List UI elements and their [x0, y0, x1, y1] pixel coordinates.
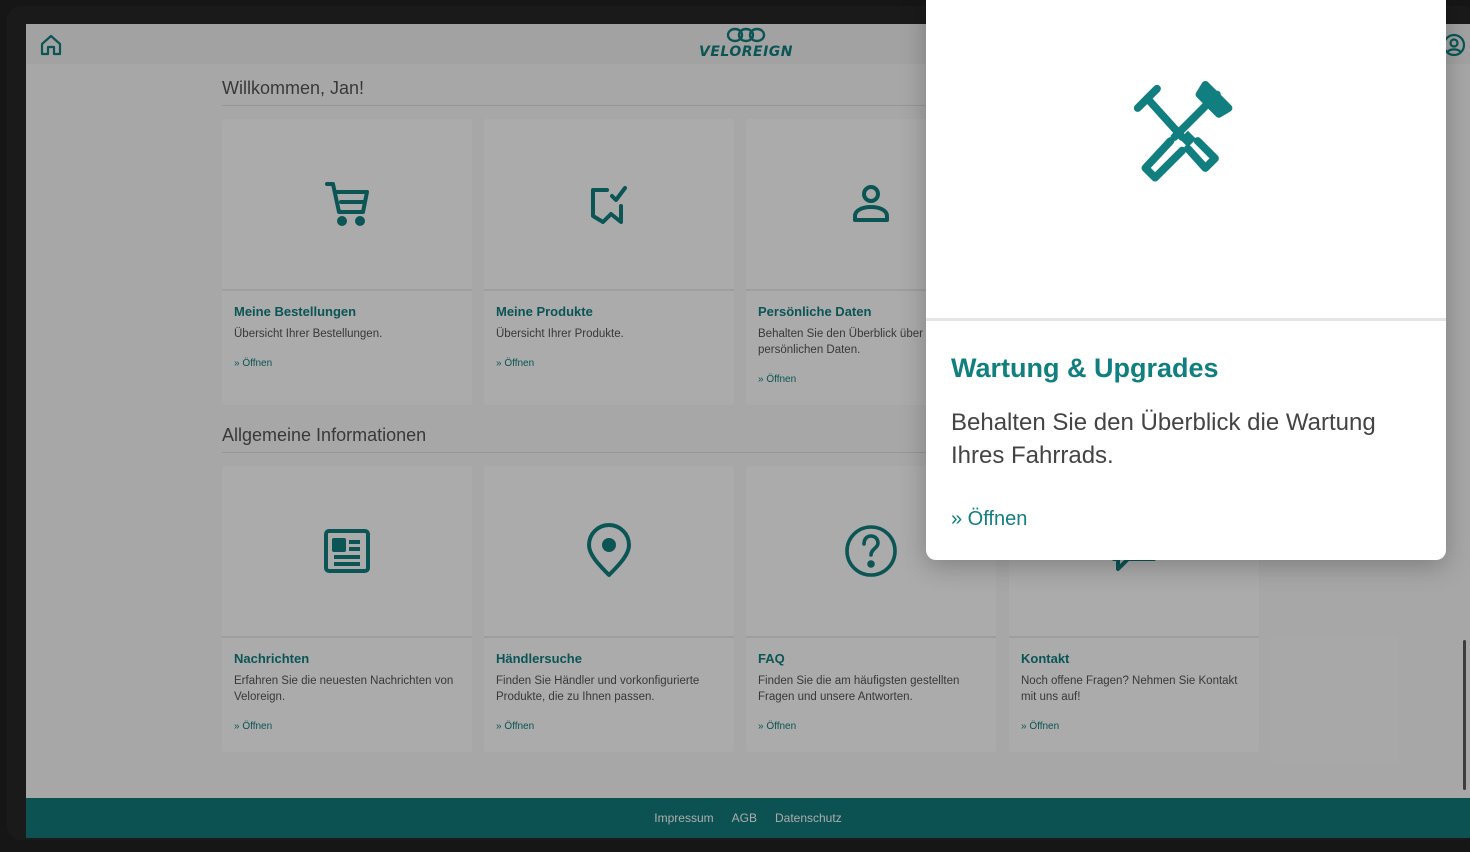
- popup-icon-area: [926, 0, 1446, 321]
- popup-description: Behalten Sie den Überblick die Wartung I…: [951, 409, 1376, 469]
- popup-title: Wartung & Upgrades: [951, 353, 1219, 383]
- tools-icon: [1133, 81, 1233, 182]
- card-wartung-upgrades-expanded[interactable]: Wartung & Upgrades Behalten Sie den Über…: [926, 0, 1446, 560]
- popup-open-link[interactable]: » Öffnen: [951, 508, 1421, 531]
- scrollbar[interactable]: [1463, 640, 1466, 790]
